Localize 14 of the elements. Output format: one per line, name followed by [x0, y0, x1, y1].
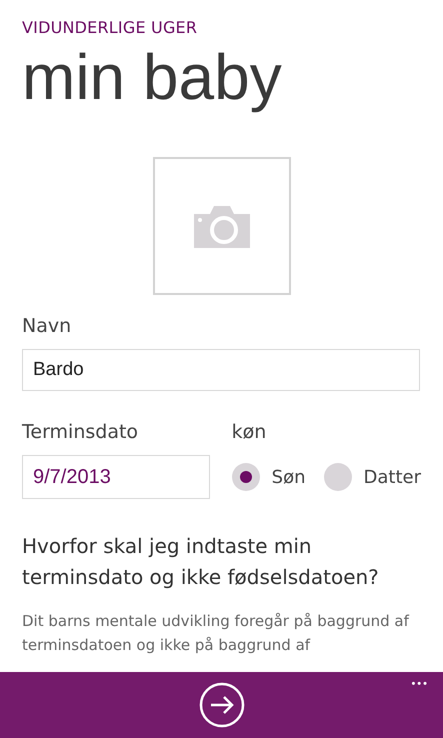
due-date-field[interactable]: 9/7/2013 — [22, 455, 210, 499]
radio-option[interactable]: Datter — [324, 463, 421, 491]
app-title: VIDUNDERLIGE UGER — [22, 18, 198, 37]
due-date-label: Terminsdato — [22, 421, 140, 443]
more-button[interactable]: ••• — [409, 676, 431, 692]
name-label: Navn — [22, 315, 72, 337]
name-field[interactable]: Bardo — [22, 349, 420, 391]
camera-icon — [194, 204, 250, 248]
gender-label: køn — [232, 421, 268, 443]
question-heading: Hvorfor skal jeg indtaste min terminsdato og ikke fødselsdatoen? — [22, 533, 380, 591]
radio-option[interactable]: Søn — [232, 463, 306, 491]
explanation-text: Dit barns mentale udvikling foregår på baggrund af terminsdatoen og ikke på baggrund af — [22, 611, 410, 656]
next-button[interactable] — [198, 682, 244, 728]
page-title: min baby — [22, 40, 283, 115]
